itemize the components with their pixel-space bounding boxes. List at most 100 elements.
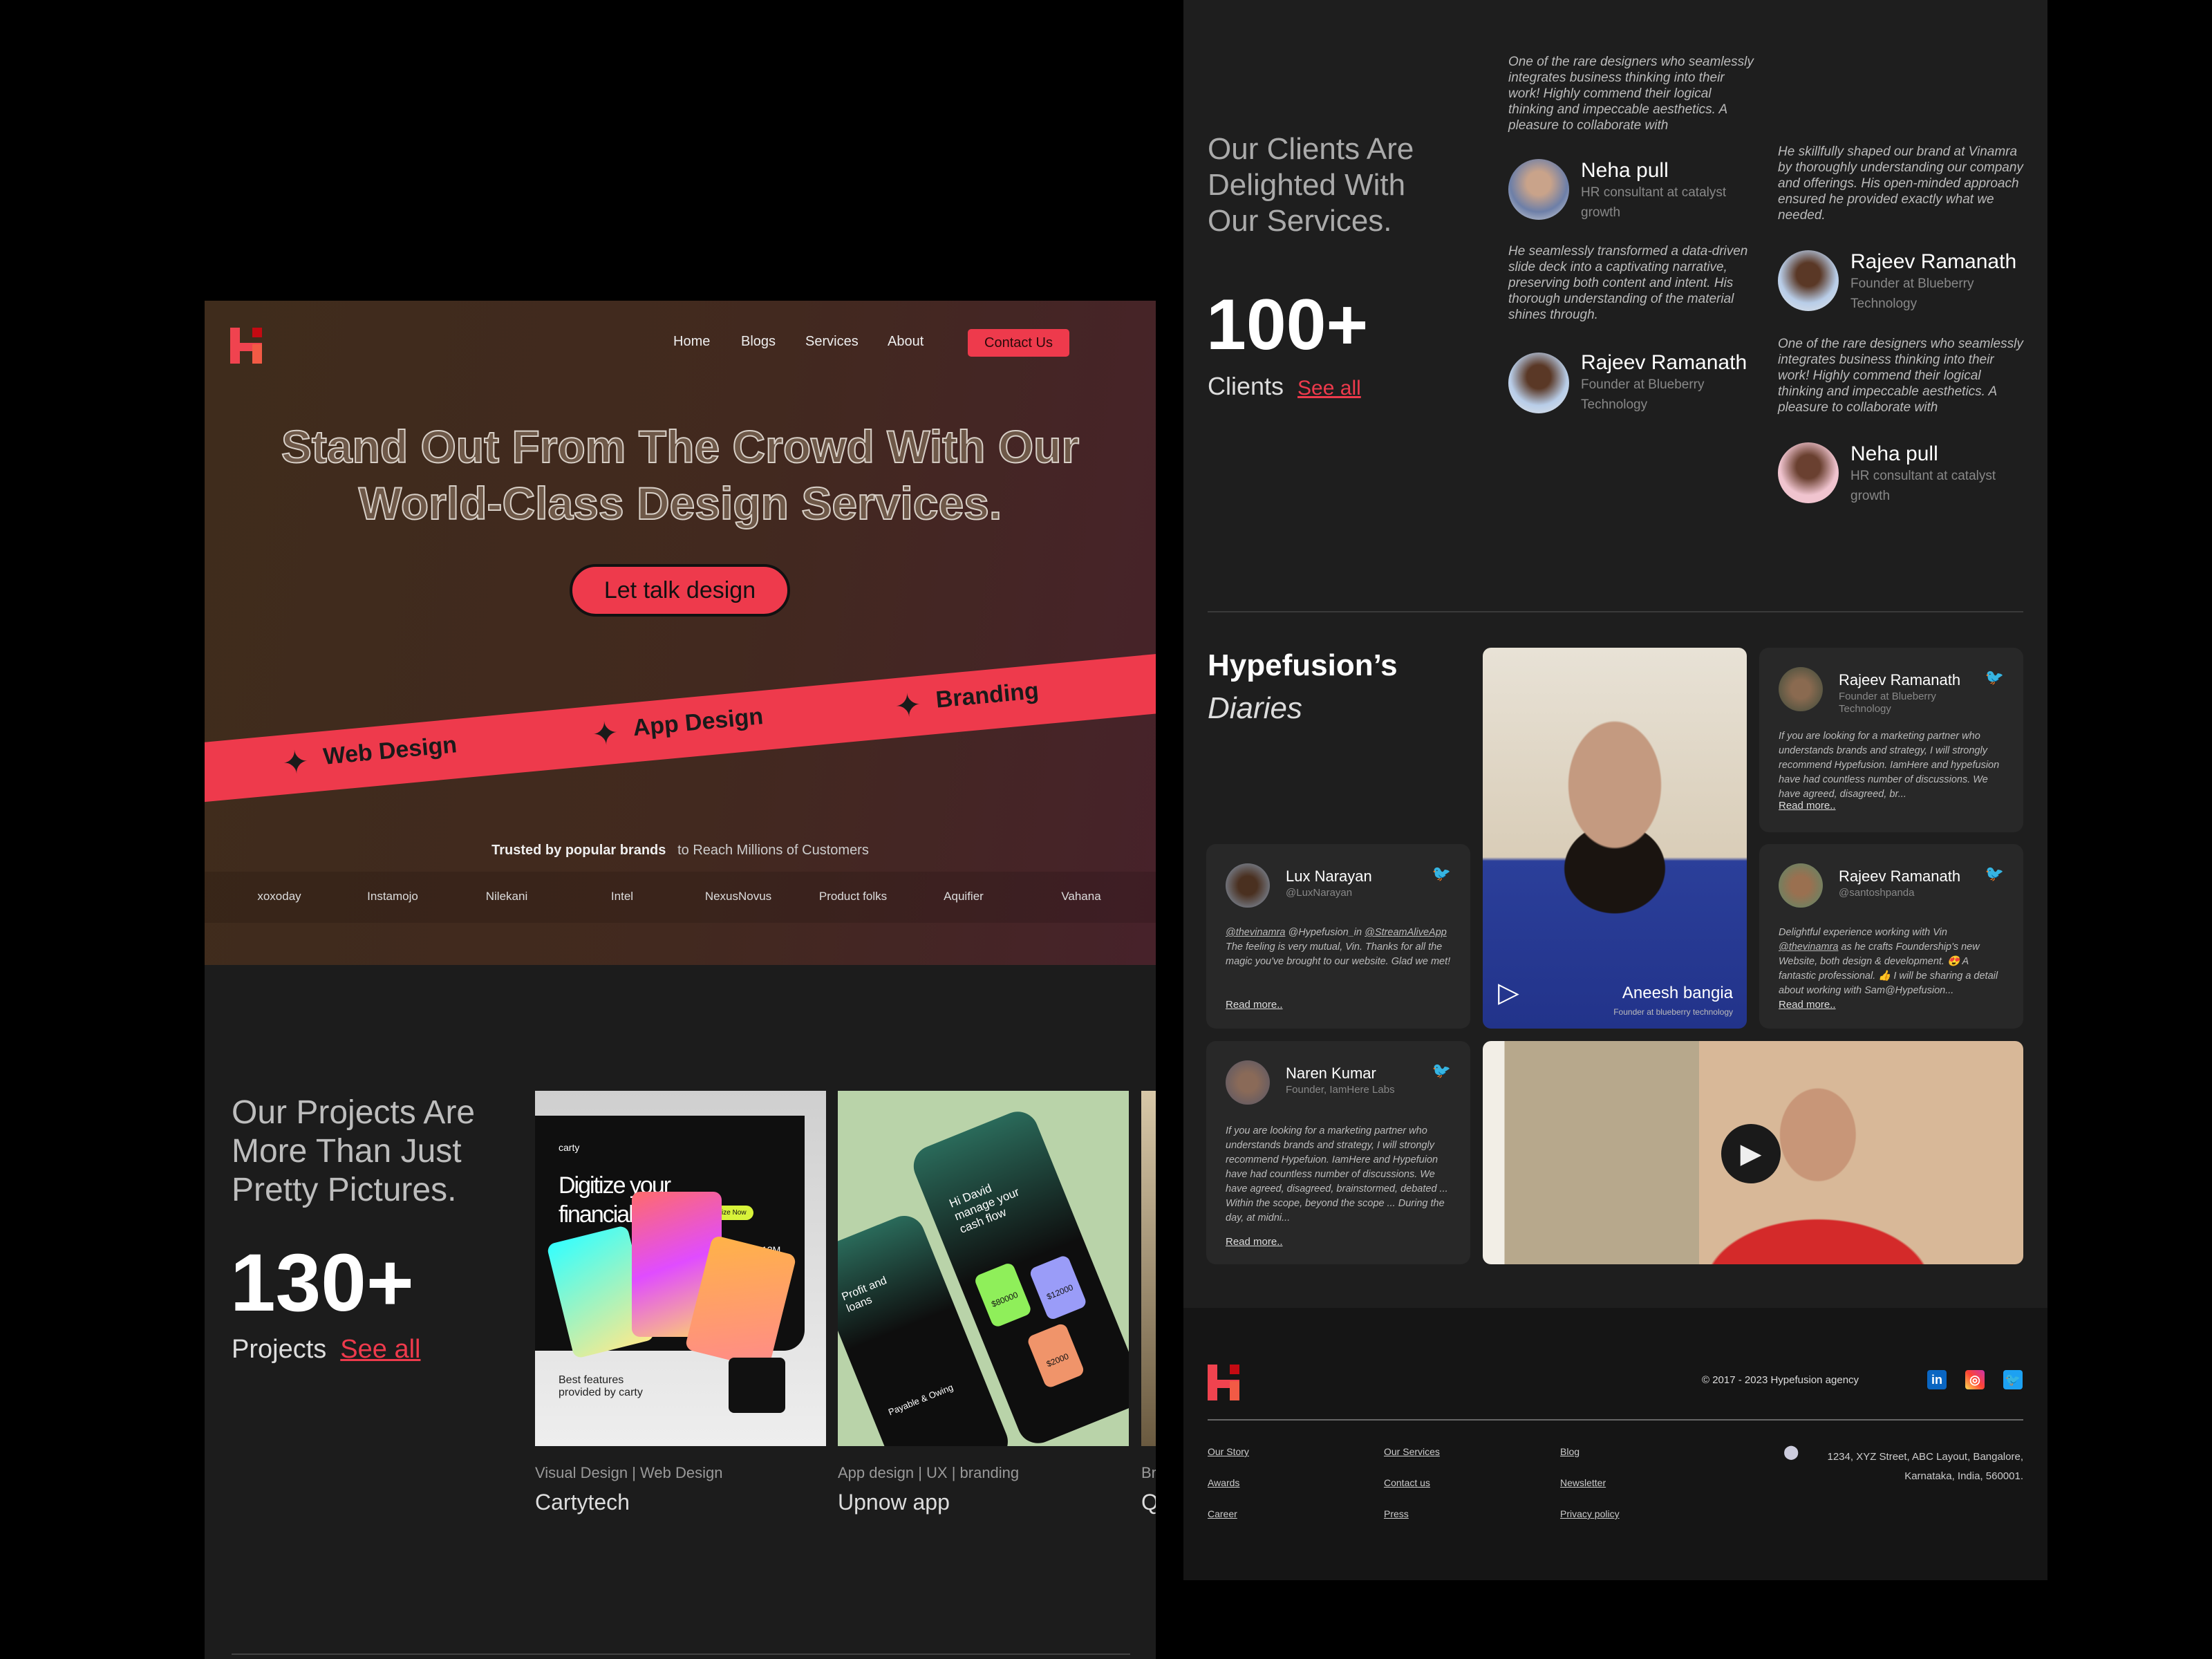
card-role: @LuxNarayan (1286, 887, 1353, 899)
brand-name: Nilekani (485, 890, 528, 903)
read-more-link[interactable]: Read more.. (1779, 800, 1836, 812)
project-card-third[interactable] (1141, 1091, 1156, 1446)
twitter-icon[interactable]: 🐦 (1432, 1062, 1451, 1080)
brand-name: Product folks (818, 890, 888, 903)
divider (232, 1653, 1130, 1655)
brand-name: Vahana (1061, 890, 1101, 903)
headline-line: World-Class Design Services. (358, 477, 1002, 529)
card-role: @santoshpanda (1839, 887, 1915, 899)
card-name: Rajeev Ramanath (1839, 868, 1961, 885)
diary-card[interactable]: Lux Narayan @LuxNarayan 🐦 @thevinamra @H… (1206, 844, 1470, 1029)
read-more-link[interactable]: Read more.. (1226, 999, 1283, 1011)
linkedin-icon[interactable]: in (1927, 1370, 1947, 1389)
trusted-bold: Trusted by popular brands (491, 843, 666, 858)
footer-link[interactable]: Newsletter (1560, 1477, 1606, 1488)
footer-link[interactable]: Contact us (1384, 1477, 1430, 1488)
avatar (1226, 863, 1270, 908)
nav-home[interactable]: Home (673, 334, 710, 350)
footer-link[interactable]: Privacy policy (1560, 1508, 1620, 1519)
ribbon-item: Web Design (321, 731, 458, 770)
hypefusion-logo[interactable] (230, 328, 262, 364)
brand-name: Aquifier (944, 890, 984, 903)
brand-name: NexusNovus (704, 890, 772, 903)
play-icon[interactable]: ▶ (1721, 1124, 1781, 1183)
testimonial-quote: He seamlessly transformed a data-driven … (1508, 244, 1748, 322)
text: Delightful experience working with Vin (1779, 927, 1947, 938)
footer-link[interactable]: Our Services (1384, 1446, 1440, 1457)
address: 1234, XYZ Street, ABC Layout, Bangalore,… (1827, 1447, 2023, 1486)
card-role: Founder, IamHere Labs (1286, 1084, 1395, 1096)
footer-link[interactable]: Blog (1560, 1446, 1580, 1457)
footer-link[interactable]: Press (1384, 1508, 1409, 1519)
testimonial-role: HR consultant at catalyst growth (1581, 185, 1727, 220)
mock-greeting: Hi David manage your cash flow (947, 1181, 1022, 1236)
nav-about[interactable]: About (888, 334, 924, 350)
diaries-title: Hypefusion’s (1208, 648, 1398, 682)
footer-link[interactable]: Awards (1208, 1477, 1239, 1488)
copyright: © 2017 - 2023 Hypefusion agency (1702, 1374, 1859, 1386)
ribbon-item: App Design (632, 703, 765, 742)
contact-us-button[interactable]: Contact Us (968, 329, 1069, 357)
footer-link[interactable]: Our Story (1208, 1446, 1249, 1457)
project-card-cartytech[interactable]: carty Digitize your financial Digitize No… (535, 1091, 826, 1446)
title-line: Our Services. (1208, 204, 1392, 238)
video-person-role: Founder at blueberry technology (1613, 1007, 1733, 1017)
avatar (1778, 250, 1839, 311)
diary-card[interactable]: Naren Kumar Founder, IamHere Labs 🐦 If y… (1206, 1041, 1470, 1264)
mention-link[interactable]: @StreamAliveApp (1365, 927, 1447, 938)
twitter-icon[interactable]: 🐦 (1985, 668, 2004, 686)
read-more-link[interactable]: Read more.. (1226, 1236, 1283, 1248)
card-role: Founder at Blueberry Technology (1839, 691, 1936, 715)
read-more-link[interactable]: Read more.. (1779, 999, 1836, 1011)
lets-talk-button[interactable]: Let talk design (570, 564, 790, 617)
instagram-icon[interactable]: ◎ (1965, 1370, 1985, 1389)
diary-card[interactable]: Rajeev Ramanath Founder at Blueberry Tec… (1759, 648, 2023, 832)
video-testimonial-aneesh[interactable]: ▷ Aneesh bangia Founder at blueberry tec… (1483, 648, 1747, 1029)
play-icon[interactable]: ▷ (1498, 977, 1519, 1009)
footer-link[interactable]: Career (1208, 1508, 1237, 1519)
clients-count: 100+ (1206, 285, 1369, 365)
project-card-upnow[interactable]: Hi David manage your cash flow $80000 $1… (838, 1091, 1129, 1446)
mock-net: $2000 (1026, 1322, 1086, 1389)
project-name[interactable]: Q (1141, 1490, 1156, 1515)
twitter-icon[interactable]: 🐦 (1985, 865, 2004, 883)
projects-see-all-link[interactable]: See all (340, 1335, 420, 1364)
mention-link[interactable]: @thevinamra (1779, 941, 1838, 953)
testimonial-quote: One of the rare designers who seamlessly… (1508, 55, 1754, 133)
mock-features: Best features provided by carty (559, 1374, 643, 1398)
project-name[interactable]: Upnow app (838, 1490, 950, 1515)
mention-link[interactable]: @thevinamra (1226, 927, 1285, 938)
website-mockup-left: Home Blogs Services About Contact Us Sta… (205, 301, 1156, 1659)
clients-label: Clients (1208, 372, 1284, 400)
clients-see-all-link[interactable]: See all (1297, 377, 1361, 400)
trusted-text: Trusted by popular brands to Reach Milli… (205, 843, 1156, 859)
clients-title: Our Clients Are Delighted With Our Service… (1208, 131, 1414, 239)
testimonial-name: Neha pull (1581, 159, 1669, 182)
twitter-icon[interactable]: 🐦 (2003, 1370, 2023, 1389)
divider (1208, 1419, 2023, 1421)
project-name[interactable]: Cartytech (535, 1490, 630, 1515)
mock-outflow: $12000 (1028, 1254, 1088, 1322)
mock-section: Profit and loans (840, 1274, 889, 1315)
projects-title: Our Projects Are More Than Just Pretty Pic… (232, 1094, 475, 1210)
hypefusion-logo[interactable] (1208, 1365, 1239, 1400)
title-line: Our Projects Are (232, 1094, 476, 1131)
avatar (1226, 1060, 1270, 1105)
project-tags: Visual Design | Web Design (535, 1464, 723, 1481)
diary-card[interactable]: Rajeev Ramanath @santoshpanda 🐦 Delightf… (1759, 844, 2023, 1029)
avatar (1508, 159, 1569, 220)
nav-blogs[interactable]: Blogs (741, 334, 776, 350)
video-testimonial-2[interactable]: ▶ (1483, 1041, 2023, 1264)
clients-label-row: Clients See all (1208, 372, 1361, 401)
card-name: Naren Kumar (1286, 1065, 1376, 1082)
address-line: 1234, XYZ Street, ABC Layout, Bangalore, (1827, 1451, 2023, 1463)
ribbon-item: Branding (935, 677, 1040, 713)
testimonial-quote: One of the rare designers who seamlessly… (1778, 337, 2023, 415)
sparkle-icon: ✦ (590, 714, 621, 753)
project-tags: Br (1141, 1464, 1156, 1481)
projects-count: 130+ (230, 1237, 414, 1329)
twitter-icon[interactable]: 🐦 (1432, 865, 1451, 883)
nav-services[interactable]: Services (805, 334, 859, 350)
title-line: More Than Just (232, 1133, 462, 1170)
text: The feeling is very mutual, Vin. Thanks … (1226, 941, 1451, 967)
